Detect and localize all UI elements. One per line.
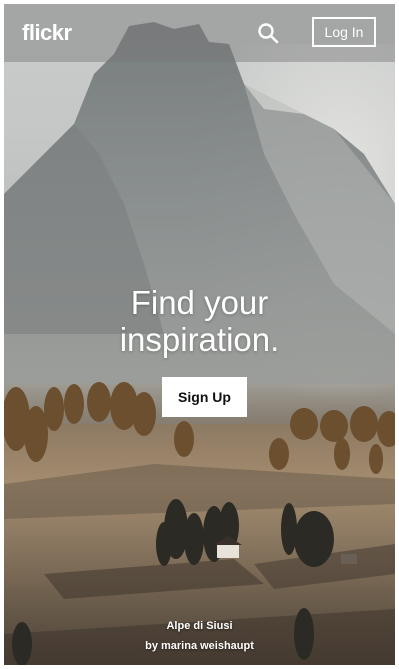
hero-title: Find your inspiration.	[4, 284, 395, 358]
photo-credit: Alpe di Siusi by marina weishaupt	[4, 616, 395, 656]
signup-button[interactable]: Sign Up	[162, 377, 247, 417]
top-bar: flickr Log In	[4, 4, 395, 62]
search-icon	[258, 23, 279, 44]
page-frame: flickr Log In Find your inspiration. Sig…	[4, 4, 395, 665]
hero-title-line1: Find your	[130, 284, 269, 321]
flickr-logo[interactable]: flickr	[22, 20, 72, 46]
photo-title[interactable]: Alpe di Siusi	[4, 616, 395, 636]
hero-title-line2: inspiration.	[119, 321, 280, 358]
search-button[interactable]	[256, 21, 280, 45]
login-button[interactable]: Log In	[312, 17, 376, 47]
photo-author[interactable]: by marina weishaupt	[4, 636, 395, 656]
